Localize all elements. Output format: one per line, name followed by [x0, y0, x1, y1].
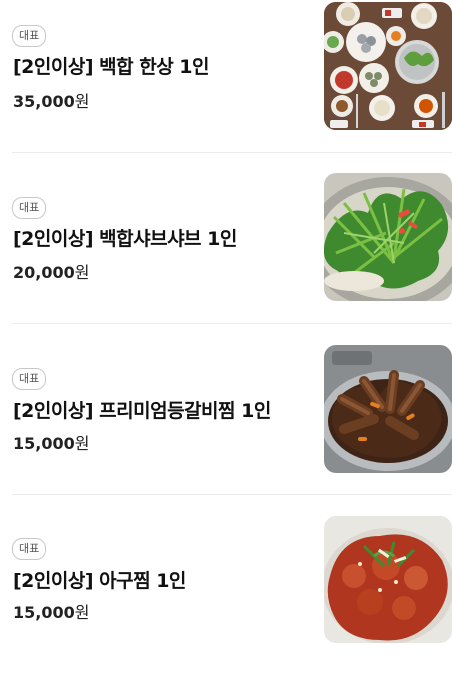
- menu-item[interactable]: 대표 [2인이상] 아구찜 1인 15,000원: [0, 513, 452, 684]
- menu-item-price: 15,000원: [13, 430, 89, 454]
- menu-item-price: 15,000원: [13, 599, 89, 623]
- divider: [12, 323, 452, 324]
- price-value: 15,000: [13, 434, 75, 453]
- braised-ribs-photo[interactable]: [324, 345, 452, 473]
- price-unit: 원: [74, 434, 90, 453]
- signature-badge: 대표: [12, 538, 47, 560]
- menu-item-name: [2인이상] 백합샤브샤브 1인: [13, 228, 237, 250]
- table-spread-photo[interactable]: [324, 2, 452, 130]
- spicy-monkfish-photo[interactable]: [324, 516, 452, 643]
- menu-item[interactable]: 대표 [2인이상] 백합샤브샤브 1인 20,000원: [0, 171, 452, 342]
- price-value: 15,000: [13, 603, 75, 622]
- menu-item-price: 20,000원: [13, 259, 89, 283]
- price-value: 35,000: [13, 92, 75, 111]
- menu-item-price: 35,000원: [13, 88, 89, 112]
- menu-item-name: [2인이상] 프리미엄등갈비찜 1인: [13, 400, 271, 422]
- signature-badge: 대표: [12, 368, 47, 390]
- price-unit: 원: [74, 263, 90, 282]
- shabu-hotpot-photo[interactable]: [324, 173, 452, 301]
- menu-item[interactable]: 대표 [2인이상] 백합 한상 1인 35,000원: [0, 0, 452, 171]
- price-unit: 원: [74, 92, 90, 111]
- menu-item-name: [2인이상] 백합 한상 1인: [13, 56, 210, 78]
- menu-item[interactable]: 대표 [2인이상] 프리미엄등갈비찜 1인 15,000원: [0, 342, 452, 513]
- divider: [12, 494, 452, 495]
- price-value: 20,000: [13, 263, 75, 282]
- signature-badge: 대표: [12, 197, 47, 219]
- menu-list: 대표 [2인이상] 백합 한상 1인 35,000원 대표 [2인이상] 백합샤…: [0, 0, 452, 657]
- divider: [12, 152, 452, 153]
- signature-badge: 대표: [12, 25, 47, 47]
- price-unit: 원: [74, 603, 90, 622]
- menu-item-name: [2인이상] 아구찜 1인: [13, 570, 186, 592]
